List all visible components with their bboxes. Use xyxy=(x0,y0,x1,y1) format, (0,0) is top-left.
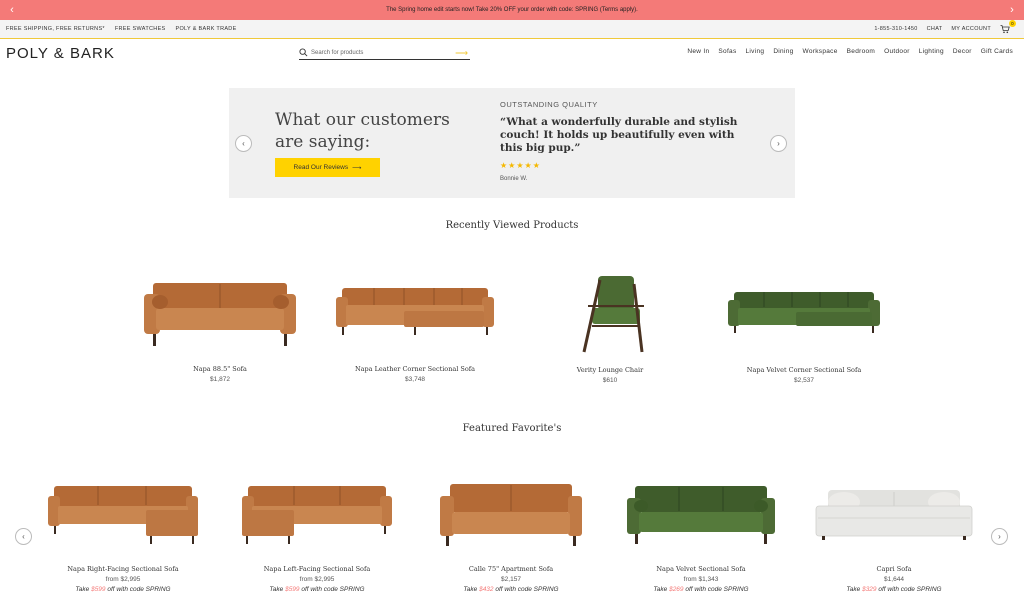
nav-decor[interactable]: Decor xyxy=(953,48,972,55)
product-price: $1,872 xyxy=(210,376,230,383)
reviews-panel: ‹ What our customers are saying: Read Ou… xyxy=(229,88,795,198)
product-image xyxy=(242,486,392,544)
phone-link[interactable]: 1-855-310-1450 xyxy=(874,26,917,32)
product-price: from $1,343 xyxy=(683,576,719,583)
featured-title: Featured Favorite's xyxy=(462,423,562,434)
search-submit-arrow-icon[interactable]: ⟶ xyxy=(455,48,468,59)
product-card[interactable]: Napa Velvet Corner Sectional Sofa $2,537 xyxy=(722,290,886,384)
product-promo: Take $599 off with code SPRING xyxy=(269,586,365,593)
review-stars-icon: ★★★★★ xyxy=(500,161,541,170)
promo-prev-arrow[interactable]: ‹ xyxy=(2,0,22,20)
product-card[interactable]: Verity Lounge Chair $610 xyxy=(540,274,680,384)
nav-living[interactable]: Living xyxy=(746,48,765,55)
free-swatches-link[interactable]: FREE SWATCHES xyxy=(115,26,166,32)
reviews-next-button[interactable]: › xyxy=(770,135,787,152)
featured-prev-button[interactable]: ‹ xyxy=(15,528,32,545)
nav-lighting[interactable]: Lighting xyxy=(919,48,944,55)
product-card[interactable]: Napa Velvet Sectional Sofa from $1,343 T… xyxy=(620,484,782,593)
chat-link[interactable]: CHAT xyxy=(927,26,943,32)
logo[interactable]: POLY & BARK xyxy=(6,45,115,62)
trade-link[interactable]: POLY & BARK TRADE xyxy=(176,26,237,32)
reviews-prev-button[interactable]: ‹ xyxy=(235,135,252,152)
product-card[interactable]: Napa Right-Facing Sectional Sofa from $2… xyxy=(42,484,204,593)
read-reviews-label: Read Our Reviews xyxy=(293,164,349,171)
product-image xyxy=(728,292,880,333)
review-eyebrow: OUTSTANDING QUALITY xyxy=(500,100,598,109)
review-quote: “What a wonderfully durable and stylish … xyxy=(500,116,738,154)
promo-bar: ‹ The Spring home edit starts now! Take … xyxy=(0,0,1024,20)
nav-new-in[interactable]: New In xyxy=(687,48,709,55)
product-promo: Take $432 off with code SPRING xyxy=(463,586,559,593)
product-name[interactable]: Napa Velvet Sectional Sofa xyxy=(620,565,782,573)
product-promo: Take $599 off with code SPRING xyxy=(75,586,171,593)
product-image xyxy=(336,288,494,335)
product-name[interactable]: Napa 88.5" Sofa xyxy=(140,365,300,373)
product-price: $610 xyxy=(602,377,618,384)
product-name[interactable]: Verity Lounge Chair xyxy=(540,366,680,374)
product-price: $2,157 xyxy=(501,576,521,583)
product-name[interactable]: Capri Sofa xyxy=(812,565,976,573)
product-image xyxy=(144,283,296,346)
nav-gift-cards[interactable]: Gift Cards xyxy=(981,48,1013,55)
product-promo: Take $269 off with code SPRING xyxy=(653,586,749,593)
utility-bar: FREE SHIPPING, FREE RETURNS* FREE SWATCH… xyxy=(0,20,1024,39)
product-image xyxy=(440,484,582,546)
promo-next-arrow[interactable]: › xyxy=(1002,0,1022,20)
search-bar[interactable]: Search for products ⟶ xyxy=(299,46,470,60)
product-name[interactable]: Napa Velvet Corner Sectional Sofa xyxy=(722,366,886,374)
account-link[interactable]: MY ACCOUNT xyxy=(951,26,991,32)
cart-icon[interactable]: 0 xyxy=(1000,20,1016,34)
product-name[interactable]: Napa Leather Corner Sectional Sofa xyxy=(333,365,497,373)
reviews-title: What our customers are saying: xyxy=(275,110,450,152)
product-image xyxy=(627,486,775,544)
nav-dining[interactable]: Dining xyxy=(773,48,793,55)
arrow-right-icon: ⟶ xyxy=(352,164,362,172)
promo-text[interactable]: The Spring home edit starts now! Take 20… xyxy=(386,7,638,13)
recently-viewed-title: Recently Viewed Products xyxy=(445,220,579,231)
main-nav: New In Sofas Living Dining Workspace Bed… xyxy=(687,48,1013,55)
product-price: $3,748 xyxy=(405,376,425,383)
product-card[interactable]: Capri Sofa $1,644 Take $329 off with cod… xyxy=(812,488,976,593)
product-image xyxy=(48,486,198,544)
nav-bedroom[interactable]: Bedroom xyxy=(847,48,875,55)
search-input[interactable]: Search for products xyxy=(311,50,363,56)
cart-count-badge: 0 xyxy=(1009,20,1016,27)
product-card[interactable]: Napa Leather Corner Sectional Sofa $3,74… xyxy=(333,285,497,383)
read-reviews-button[interactable]: Read Our Reviews ⟶ xyxy=(275,158,380,177)
site-header: POLY & BARK Search for products ⟶ New In… xyxy=(0,39,1024,69)
product-price: from $2,995 xyxy=(105,576,141,583)
free-shipping-link[interactable]: FREE SHIPPING, FREE RETURNS* xyxy=(6,26,105,32)
product-price: from $2,995 xyxy=(299,576,335,583)
product-name[interactable]: Napa Right-Facing Sectional Sofa xyxy=(42,565,204,573)
product-promo: Take $329 off with code SPRING xyxy=(846,586,942,593)
product-name[interactable]: Calle 75" Apartment Sofa xyxy=(430,565,592,573)
product-price: $2,537 xyxy=(794,377,814,384)
featured-next-button[interactable]: › xyxy=(991,528,1008,545)
product-card[interactable]: Napa 88.5" Sofa $1,872 xyxy=(140,280,300,383)
product-image xyxy=(582,276,644,353)
search-icon xyxy=(299,48,308,57)
nav-sofas[interactable]: Sofas xyxy=(718,48,736,55)
product-price: $1,644 xyxy=(884,576,904,583)
nav-workspace[interactable]: Workspace xyxy=(803,48,838,55)
product-name[interactable]: Napa Left-Facing Sectional Sofa xyxy=(236,565,398,573)
product-card[interactable]: Napa Left-Facing Sectional Sofa from $2,… xyxy=(236,484,398,593)
nav-outdoor[interactable]: Outdoor xyxy=(884,48,910,55)
product-card[interactable]: Calle 75" Apartment Sofa $2,157 Take $43… xyxy=(430,482,592,593)
product-image xyxy=(815,490,973,540)
review-author: Bonnie W. xyxy=(500,176,528,182)
